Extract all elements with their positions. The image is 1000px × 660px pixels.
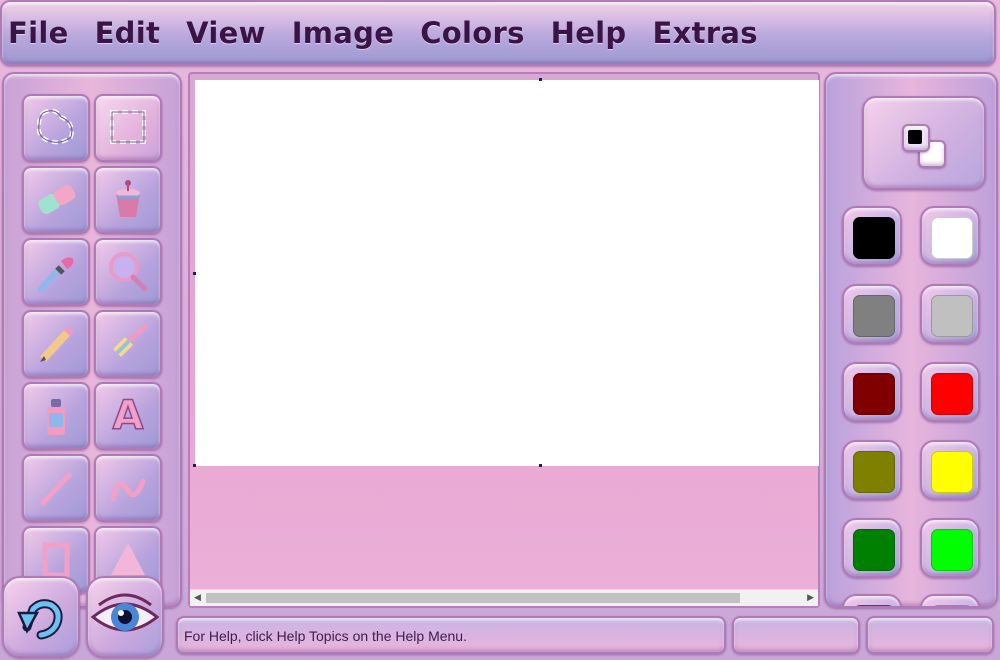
pencil-tool[interactable] xyxy=(22,310,90,378)
status-bar-cell-2 xyxy=(732,616,860,654)
undo-button[interactable] xyxy=(2,576,80,658)
menu-file[interactable]: File xyxy=(8,16,69,50)
color-swatch-11[interactable] xyxy=(920,594,980,606)
resize-handle[interactable] xyxy=(193,272,196,275)
menu-help[interactable]: Help xyxy=(551,16,627,50)
color-swatch-4[interactable] xyxy=(842,362,902,422)
color-picker-tool[interactable] xyxy=(22,238,90,306)
tool-box: A xyxy=(2,72,182,608)
menu-image[interactable]: Image xyxy=(292,16,395,50)
rect-select-tool[interactable] xyxy=(94,94,162,162)
status-bar-help: For Help, click Help Topics on the Help … xyxy=(176,616,726,654)
color-swatch-6[interactable] xyxy=(842,440,902,500)
undo-arrow-icon xyxy=(17,599,63,640)
status-bar-cell-3 xyxy=(866,616,994,654)
brush-icon xyxy=(113,324,148,357)
color-swatch-3[interactable] xyxy=(920,284,980,344)
curve-tool[interactable] xyxy=(94,454,162,522)
view-button[interactable] xyxy=(86,576,164,658)
text-tool[interactable]: A xyxy=(94,382,162,450)
resize-handle[interactable] xyxy=(539,464,542,467)
menu-view[interactable]: View xyxy=(186,16,266,50)
eraser-icon xyxy=(38,184,76,215)
drawing-canvas[interactable] xyxy=(195,80,819,466)
canvas-area: ◀ ▶ xyxy=(188,72,820,608)
color-swatch-8[interactable] xyxy=(842,518,902,578)
paint-bucket-icon xyxy=(116,180,140,217)
eye-icon xyxy=(90,593,160,632)
line-tool[interactable] xyxy=(22,454,90,522)
color-swatch-1[interactable] xyxy=(920,206,980,266)
color-palette xyxy=(824,72,998,608)
scroll-thumb[interactable] xyxy=(206,593,740,603)
curve-icon xyxy=(110,478,146,502)
pencil-icon xyxy=(40,326,74,362)
spray-can-icon xyxy=(47,399,65,435)
primary-color-box[interactable] xyxy=(902,124,930,152)
fill-tool[interactable] xyxy=(94,166,162,234)
magnifier-tool[interactable] xyxy=(94,238,162,306)
magnifier-icon xyxy=(109,252,148,292)
rect-select-icon xyxy=(110,110,146,144)
scroll-right-icon[interactable]: ▶ xyxy=(807,592,814,603)
color-swatch-7[interactable] xyxy=(920,440,980,500)
airbrush-tool[interactable] xyxy=(22,382,90,450)
text-a-icon: A xyxy=(112,392,144,440)
primary-color-swatch xyxy=(908,130,922,144)
menu-colors[interactable]: Colors xyxy=(420,16,524,50)
scroll-left-icon[interactable]: ◀ xyxy=(194,592,201,603)
eyedropper-icon xyxy=(38,257,74,292)
lasso-icon xyxy=(36,108,74,145)
resize-handle[interactable] xyxy=(539,78,542,81)
color-swatch-0[interactable] xyxy=(842,206,902,266)
color-swatch-2[interactable] xyxy=(842,284,902,344)
eraser-tool[interactable] xyxy=(22,166,90,234)
color-swatch-5[interactable] xyxy=(920,362,980,422)
line-icon xyxy=(40,472,72,506)
free-form-select-tool[interactable] xyxy=(22,94,90,162)
color-swatch-10[interactable] xyxy=(842,594,902,606)
color-selection-indicator xyxy=(862,96,986,190)
horizontal-scrollbar[interactable]: ◀ ▶ xyxy=(190,589,818,606)
color-swatch-9[interactable] xyxy=(920,518,980,578)
menu-bar: File Edit View Image Colors Help Extras xyxy=(0,0,996,66)
menu-edit[interactable]: Edit xyxy=(95,16,161,50)
status-text: For Help, click Help Topics on the Help … xyxy=(184,628,467,644)
menu-extras[interactable]: Extras xyxy=(652,16,757,50)
brush-tool[interactable] xyxy=(94,310,162,378)
resize-handle[interactable] xyxy=(193,464,196,467)
